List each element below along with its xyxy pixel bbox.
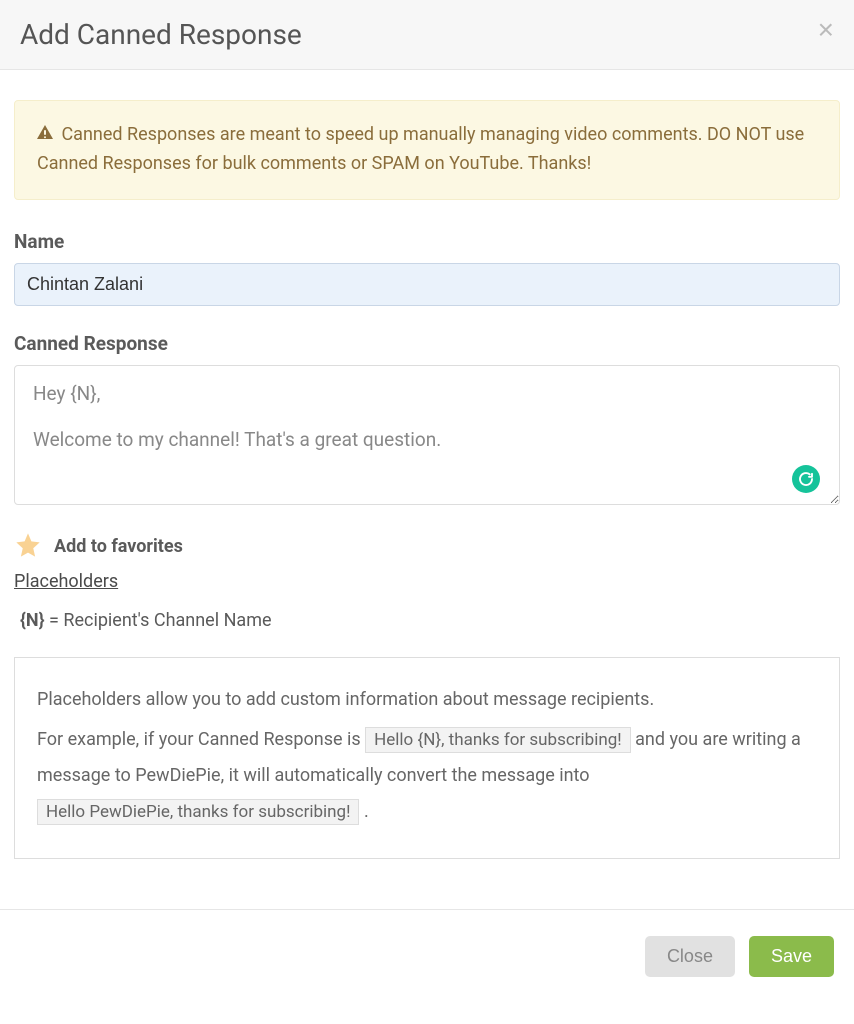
- favorites-label: Add to favorites: [54, 536, 183, 557]
- modal-title: Add Canned Response: [20, 18, 834, 51]
- warning-alert: Canned Responses are meant to speed up m…: [14, 100, 840, 200]
- placeholder-info-box: Placeholders allow you to add custom inf…: [14, 657, 840, 859]
- placeholders-link[interactable]: Placeholders: [14, 571, 118, 592]
- save-button[interactable]: Save: [749, 936, 834, 977]
- placeholder-definition: {N} = Recipient's Channel Name: [20, 610, 840, 631]
- favorites-row[interactable]: Add to favorites: [14, 531, 840, 563]
- placeholder-token: {N}: [20, 610, 45, 631]
- close-icon[interactable]: ×: [818, 16, 834, 44]
- response-textarea-wrap: [14, 365, 840, 509]
- modal-body: Canned Responses are meant to speed up m…: [0, 70, 854, 879]
- info-example-prefix: For example, if your Canned Response is: [37, 729, 365, 750]
- modal-header: Add Canned Response ×: [0, 0, 854, 70]
- placeholder-meaning: = Recipient's Channel Name: [45, 610, 272, 631]
- name-label: Name: [14, 230, 840, 253]
- response-label: Canned Response: [14, 332, 840, 355]
- code-chip-result: Hello PewDiePie, thanks for subscribing!: [37, 799, 359, 825]
- warning-text: Canned Responses are meant to speed up m…: [37, 124, 804, 174]
- warning-icon: [37, 121, 53, 150]
- response-textarea[interactable]: [14, 365, 840, 505]
- info-example-suffix: .: [359, 801, 368, 822]
- code-chip-template: Hello {N}, thanks for subscribing!: [365, 727, 631, 753]
- info-example: For example, if your Canned Response is …: [37, 722, 817, 830]
- name-input[interactable]: [14, 263, 840, 306]
- close-button[interactable]: Close: [645, 936, 735, 977]
- star-icon: [14, 531, 42, 563]
- modal-footer: Close Save: [0, 909, 854, 1003]
- grammarly-icon[interactable]: [792, 465, 820, 493]
- info-intro: Placeholders allow you to add custom inf…: [37, 682, 817, 718]
